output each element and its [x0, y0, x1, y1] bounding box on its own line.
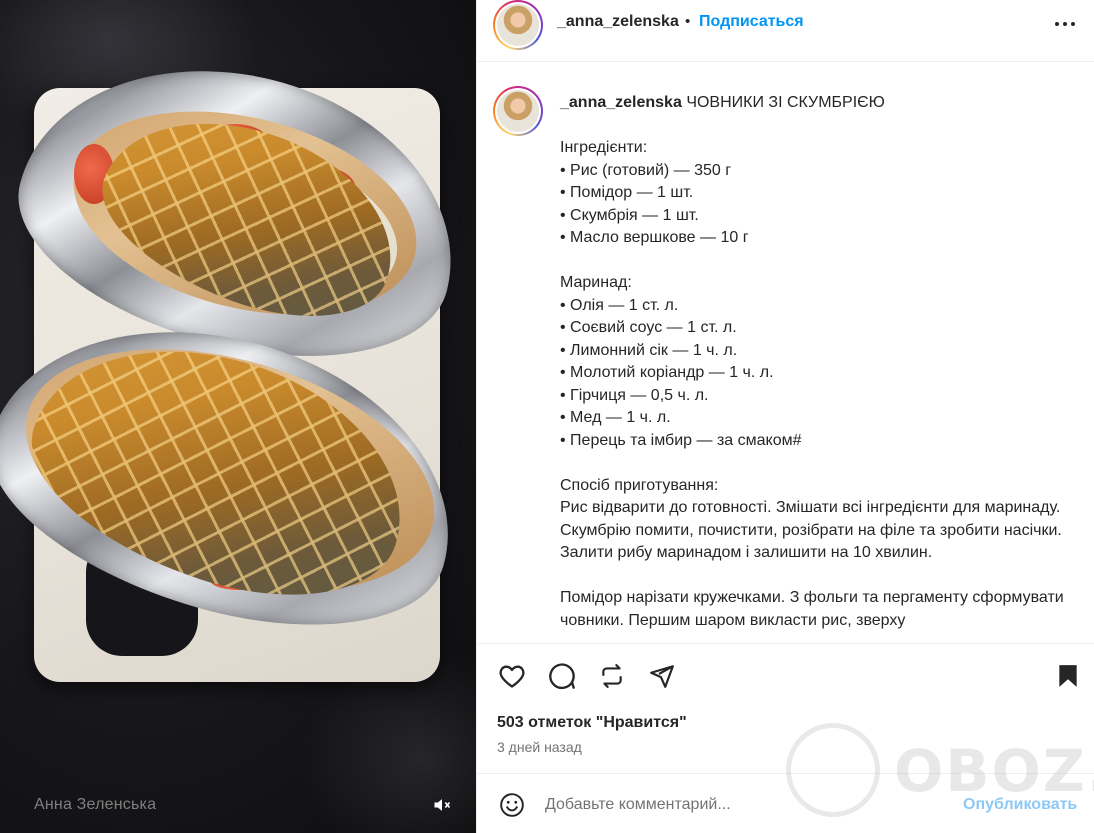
separator-dot: •: [685, 13, 691, 30]
emoji-icon[interactable]: [499, 792, 525, 818]
post-timestamp[interactable]: 3 дней назад: [497, 739, 582, 755]
post-caption: _anna_zelenska ЧОВНИКИ ЗІ СКУМБРІЄЮ Інгр…: [560, 92, 1080, 632]
marinade-section: Маринад: • Олія — 1 ст. л. • Соєвий соус…: [560, 272, 1080, 452]
mackerel-fillet: [5, 306, 435, 634]
marinade-item: • Соєвий соус — 1 ст. л.: [560, 319, 737, 336]
post-header: _anna_zelenska • Подписаться: [477, 0, 1094, 62]
ingredient-item: • Помідор — 1 шт.: [560, 184, 694, 201]
video-author-watermark: Анна Зеленська: [34, 796, 157, 813]
avatar[interactable]: [493, 0, 543, 50]
follow-button[interactable]: Подписаться: [699, 13, 804, 31]
caption-author[interactable]: _anna_zelenska: [560, 94, 682, 111]
ingredient-item: • Масло вершкове — 10 г: [560, 229, 749, 246]
marinade-item: • Лимонний сік — 1 ч. л.: [560, 341, 738, 359]
method-section-2: Помідор нарізати кружечками. З фольги та…: [560, 587, 1080, 632]
comment-bar: Опубликовать: [477, 773, 1094, 833]
speaker-muted-icon[interactable]: [428, 791, 456, 819]
likes-count[interactable]: 503 отметок "Нравится": [497, 714, 687, 732]
marinade-item: • Мед — 1 ч. л.: [560, 409, 671, 426]
avatar[interactable]: [493, 86, 543, 136]
ingredients-section: Інгредієнти: • Рис (готовий) — 350 г • П…: [560, 137, 1080, 250]
method-paragraph: Помідор нарізати кружечками. З фольги та…: [560, 589, 1069, 629]
marinade-item: • Гірчиця — 0,5 ч. л.: [560, 386, 709, 404]
method-section: Спосіб приготування: Рис відварити до го…: [560, 475, 1080, 565]
post-media[interactable]: Анна Зеленська: [0, 0, 476, 833]
ingredients-heading: Інгредієнти:: [560, 139, 648, 156]
bookmark-icon[interactable]: [1053, 661, 1083, 691]
marinade-heading: Маринад:: [560, 274, 632, 291]
comment-icon[interactable]: [547, 661, 577, 691]
ingredient-item: • Скумбрія — 1 шт.: [560, 206, 699, 224]
post-side-panel: _anna_zelenska • Подписаться _anna_zelen…: [476, 0, 1094, 833]
marinade-item: • Перець та імбир — за смаком#: [560, 431, 802, 449]
more-horizontal-icon[interactable]: [1053, 12, 1077, 36]
method-heading: Спосіб приготування:: [560, 476, 719, 494]
ingredient-item: • Рис (готовий) — 350 г: [560, 161, 732, 179]
repost-icon[interactable]: [597, 661, 627, 691]
post-actions: 503 отметок "Нравится" 3 дней назад: [477, 643, 1094, 773]
fish-boat-bottom: [0, 280, 476, 670]
caption-title: ЧОВНИКИ ЗІ СКУМБРІЄЮ: [686, 94, 885, 111]
caption-scroll-area[interactable]: _anna_zelenska ЧОВНИКИ ЗІ СКУМБРІЄЮ Інгр…: [477, 63, 1094, 643]
heart-icon[interactable]: [497, 661, 527, 691]
marinade-item: • Олія — 1 ст. л.: [560, 296, 679, 314]
marinade-item: • Молотий коріандр — 1 ч. л.: [560, 364, 774, 381]
send-icon[interactable]: [647, 661, 677, 691]
post-comment-button[interactable]: Опубликовать: [963, 796, 1077, 814]
header-username[interactable]: _anna_zelenska: [557, 13, 679, 31]
comment-input[interactable]: [545, 792, 945, 818]
method-paragraph: Рис відварити до готовності. Змішати всі…: [560, 499, 1067, 561]
